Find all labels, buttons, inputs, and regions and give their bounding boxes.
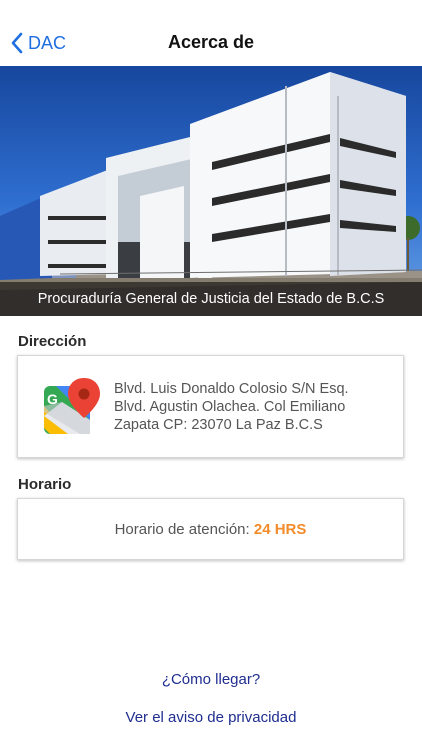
address-line: Blvd. Agustin Olachea. Col Emiliano (114, 399, 346, 415)
hero-caption: Procuraduría General de Justicia del Est… (0, 282, 422, 316)
address-card[interactable]: G Blvd. Luis Donaldo Colosio S/N Esq. Bl… (17, 355, 404, 458)
hours-value: 24 HRS (253, 521, 307, 538)
page-title: Acerca de (167, 32, 255, 52)
directions-link[interactable]: ¿Cómo llegar? (0, 671, 422, 688)
hours-card: Horario de atención: 24 HRS (17, 498, 404, 560)
navigation-bar: DAC Acerca de (0, 0, 422, 66)
svg-text:G: G (47, 391, 58, 407)
privacy-notice-link[interactable]: Ver el aviso de privacidad (0, 709, 422, 726)
hours-prefix: Horario de atención: (114, 521, 250, 538)
building-photo: Procuraduría General de Justicia del Est… (0, 66, 422, 316)
hours-text: Horario de atención: 24 HRS (18, 521, 403, 538)
google-maps-icon: G (42, 376, 100, 438)
address-text: Blvd. Luis Donaldo Colosio S/N Esq. Blvd… (114, 380, 374, 434)
address-line: Blvd. Luis Donaldo Colosio S/N Esq. (114, 381, 349, 397)
address-section-label: Dirección (18, 333, 87, 350)
address-line: Zapata CP: 23070 La Paz B.C.S (114, 417, 323, 433)
hours-section-label: Horario (18, 476, 72, 493)
